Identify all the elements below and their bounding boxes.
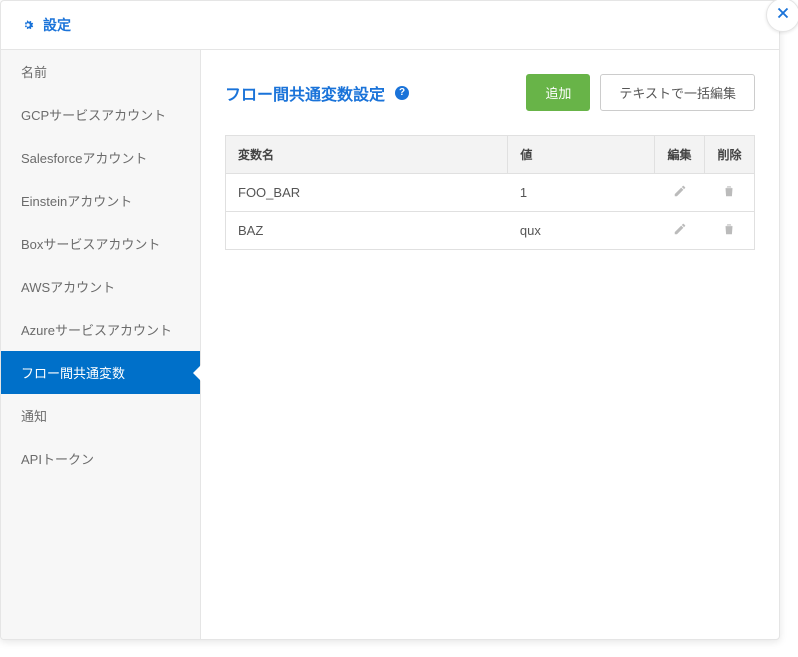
variables-table: 変数名 値 編集 削除 FOO_BAR 1 BAZ qux	[225, 135, 755, 250]
header-delete: 削除	[705, 136, 755, 174]
sidebar-item[interactable]: Salesforceアカウント	[1, 136, 200, 179]
sidebar-item-label: GCPサービスアカウント	[21, 108, 166, 123]
cell-value: 1	[508, 174, 655, 212]
sidebar-item-label: Salesforceアカウント	[21, 151, 147, 166]
main-content: フロー間共通変数設定 ? 追加 テキストで一括編集 変数名 値 編集 削除	[201, 50, 779, 640]
sidebar-item-label: Azureサービスアカウント	[21, 323, 172, 338]
table-row: FOO_BAR 1	[226, 174, 755, 212]
main-header: フロー間共通変数設定 ? 追加 テキストで一括編集	[225, 74, 755, 111]
table-row: BAZ qux	[226, 212, 755, 250]
cell-name: BAZ	[226, 212, 508, 250]
modal-title: 設定	[43, 15, 71, 35]
sidebar: 名前 GCPサービスアカウント Salesforceアカウント Einstein…	[1, 50, 201, 640]
sidebar-item-label: AWSアカウント	[21, 280, 115, 295]
sidebar-item[interactable]: AWSアカウント	[1, 265, 200, 308]
header-name: 変数名	[226, 136, 508, 174]
sidebar-item-label: Boxサービスアカウント	[21, 237, 160, 252]
modal-header: 設定	[1, 1, 779, 50]
cell-delete	[705, 212, 755, 250]
cell-edit	[655, 212, 705, 250]
delete-icon[interactable]	[722, 222, 736, 236]
cell-name: FOO_BAR	[226, 174, 508, 212]
close-icon	[774, 4, 792, 27]
sidebar-item[interactable]: Einsteinアカウント	[1, 179, 200, 222]
delete-icon[interactable]	[722, 184, 736, 198]
sidebar-item-label: 通知	[21, 409, 47, 424]
sidebar-item-label: フロー間共通変数	[21, 366, 125, 381]
sidebar-item-label: APIトークン	[21, 452, 94, 467]
sidebar-item-label: Einsteinアカウント	[21, 194, 132, 209]
sidebar-item-label: 名前	[21, 65, 47, 80]
edit-icon[interactable]	[673, 184, 687, 198]
sidebar-item[interactable]: GCPサービスアカウント	[1, 93, 200, 136]
header-value: 値	[508, 136, 655, 174]
header-edit: 編集	[655, 136, 705, 174]
sidebar-item[interactable]: APIトークン	[1, 437, 200, 480]
close-button[interactable]	[766, 0, 798, 32]
cell-edit	[655, 174, 705, 212]
help-icon[interactable]: ?	[395, 86, 409, 100]
add-button[interactable]: 追加	[526, 74, 590, 111]
cell-value: qux	[508, 212, 655, 250]
sidebar-item[interactable]: 通知	[1, 394, 200, 437]
page-title: フロー間共通変数設定	[225, 81, 385, 105]
sidebar-item[interactable]: Boxサービスアカウント	[1, 222, 200, 265]
sidebar-item[interactable]: 名前	[1, 50, 200, 93]
table-header-row: 変数名 値 編集 削除	[226, 136, 755, 174]
sidebar-item[interactable]: Azureサービスアカウント	[1, 308, 200, 351]
cell-delete	[705, 174, 755, 212]
settings-modal: 設定 名前 GCPサービスアカウント Salesforceアカウント Einst…	[0, 0, 780, 640]
sidebar-item[interactable]: フロー間共通変数	[1, 351, 200, 394]
bulk-edit-button[interactable]: テキストで一括編集	[600, 74, 755, 111]
edit-icon[interactable]	[673, 222, 687, 236]
gear-icon	[21, 18, 35, 32]
